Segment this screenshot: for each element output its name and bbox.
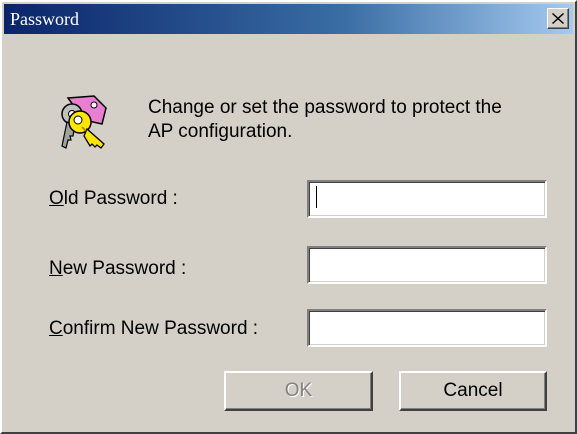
message-line-1: Change or set the password to protect th… xyxy=(148,97,502,118)
old-password-label: Old Password : xyxy=(49,188,178,210)
title-bar[interactable]: Password xyxy=(4,4,573,34)
close-button[interactable] xyxy=(547,8,569,29)
old-password-input[interactable] xyxy=(307,180,547,218)
old-password-accel: O xyxy=(49,188,64,209)
old-password-label-text: ld Password : xyxy=(63,188,178,209)
new-password-label-text: ew Password : xyxy=(62,258,187,279)
message-line-2: AP configuration. xyxy=(148,121,293,142)
window-title: Password xyxy=(10,9,80,29)
new-password-input[interactable] xyxy=(307,246,547,284)
text-caret xyxy=(316,186,317,208)
new-password-accel: N xyxy=(49,258,63,279)
confirm-password-accel: C xyxy=(49,318,63,339)
dialog-message: Change or set the password to protect th… xyxy=(148,96,558,144)
confirm-password-input[interactable] xyxy=(307,309,547,347)
keys-icon xyxy=(61,95,107,149)
cancel-button[interactable]: Cancel xyxy=(399,371,547,411)
close-icon xyxy=(552,13,564,24)
confirm-password-label-text: onfirm New Password : xyxy=(62,318,259,339)
confirm-password-label: Confirm New Password : xyxy=(49,318,258,340)
new-password-label: New Password : xyxy=(49,258,186,280)
ok-button[interactable]: OK xyxy=(224,371,373,411)
password-dialog: Password Change or set the password to p… xyxy=(0,0,577,434)
